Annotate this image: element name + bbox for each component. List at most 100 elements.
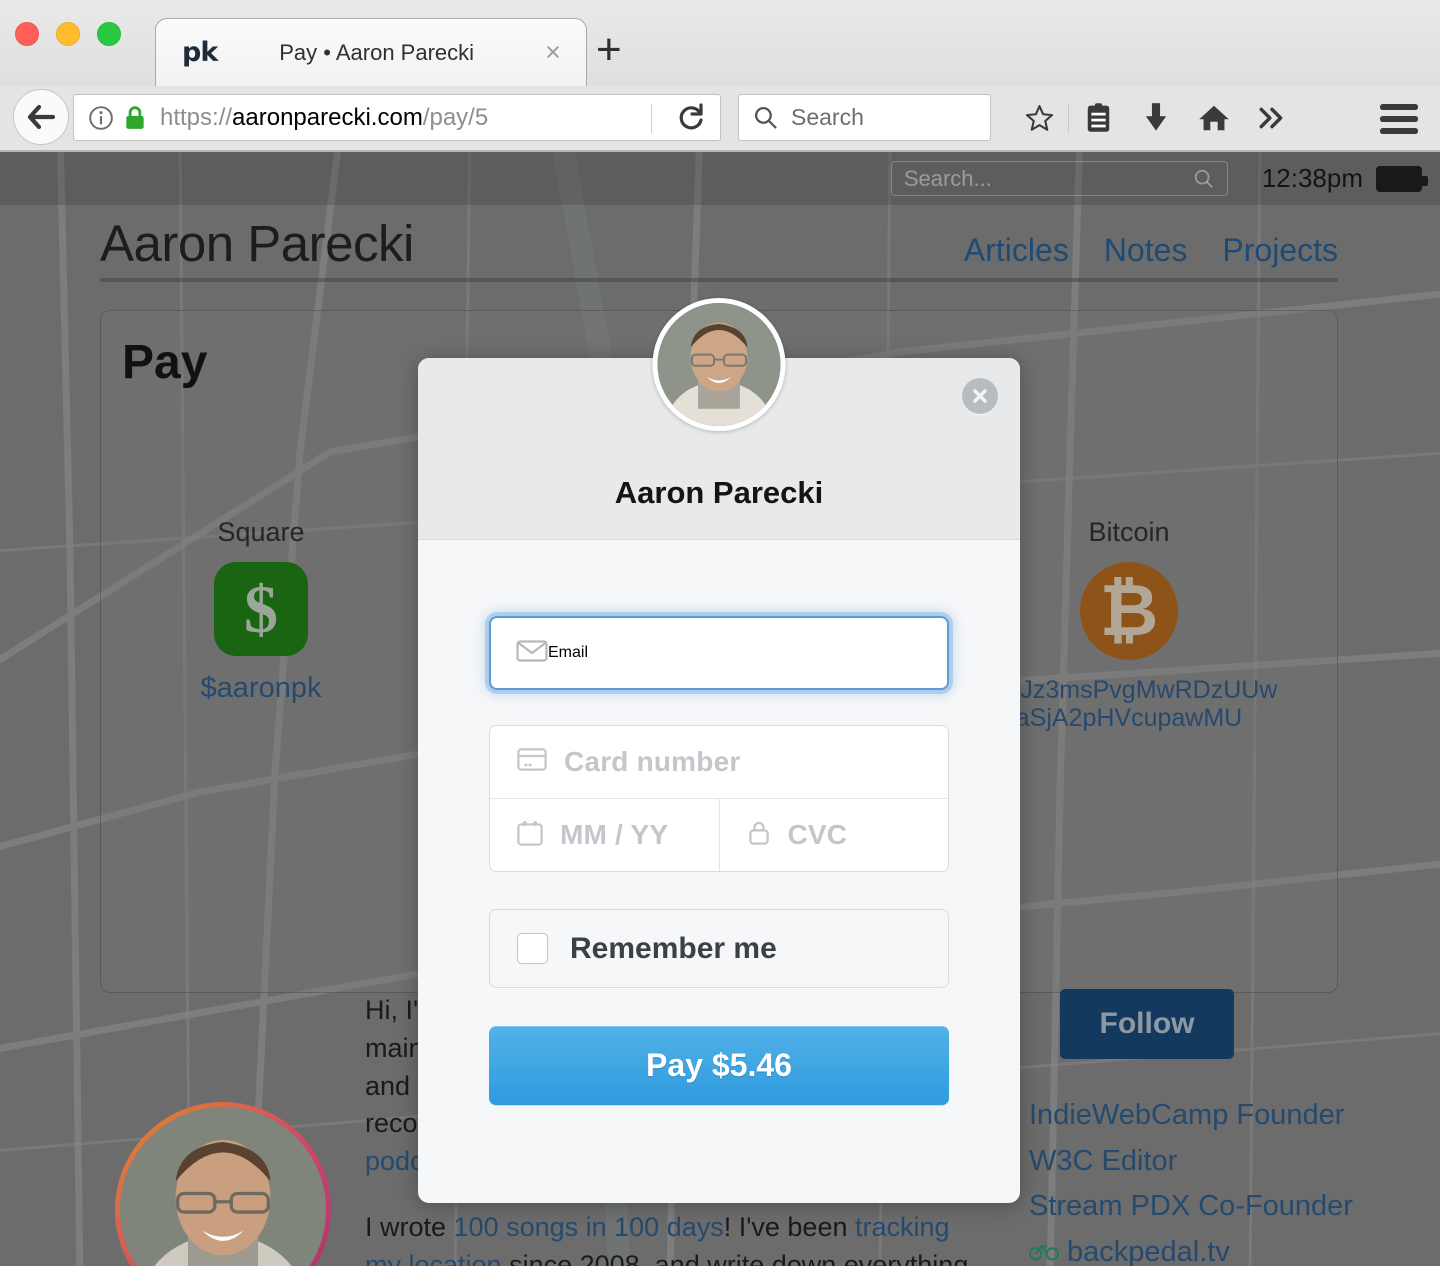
side-link-backpedal-row[interactable]: backpedal.tv	[1029, 1234, 1353, 1266]
side-link-w3c[interactable]: W3C Editor	[1029, 1143, 1353, 1181]
remember-me-checkbox[interactable]	[517, 933, 548, 964]
card-number-field[interactable]: Card number	[490, 726, 948, 798]
nav-projects[interactable]: Projects	[1222, 232, 1338, 269]
reload-icon	[679, 103, 703, 130]
reading-list-icon[interactable]	[1069, 102, 1127, 133]
payment-method-bitcoin[interactable]: Bitcoin ₿ JpJz3msPvgMwRDzUUw aSjA2pHVcupa…	[994, 517, 1277, 732]
search-icon	[1194, 169, 1213, 188]
url-host: aaronparecki.com	[232, 103, 423, 131]
side-link-backpedal-label[interactable]: backpedal.tv	[1067, 1236, 1230, 1266]
email-placeholder: Email	[548, 644, 589, 661]
toolbar-icons	[1010, 94, 1301, 141]
bio-line-1: Hi, I'	[365, 995, 419, 1025]
info-icon[interactable]	[88, 105, 114, 131]
downloads-icon[interactable]	[1127, 102, 1185, 133]
remember-me-label: Remember me	[570, 931, 777, 965]
bitcoin-icon: ₿	[1080, 562, 1178, 660]
chrome-bottom-border	[0, 150, 1440, 152]
search-input[interactable]: Search	[738, 94, 991, 141]
tab-active[interactable]: pk Pay • Aaron Parecki ×	[155, 18, 587, 86]
follow-button[interactable]: Follow	[1060, 989, 1234, 1059]
cvc-placeholder: CVC	[787, 819, 848, 850]
back-button[interactable]	[13, 89, 69, 145]
reload-button[interactable]	[676, 101, 706, 138]
bio-songs-link[interactable]: 100 songs in 100 days	[454, 1212, 724, 1242]
square-handle[interactable]: $aaronpk	[126, 672, 396, 704]
square-cash-icon: $	[214, 562, 308, 656]
minimize-window-button[interactable]	[56, 22, 80, 46]
bitcoin-label: Bitcoin	[1088, 517, 1170, 547]
new-tab-button[interactable]: +	[596, 28, 622, 72]
site-search-input[interactable]: Search...	[890, 161, 1228, 196]
arrow-left-icon	[27, 104, 56, 130]
tab-title: Pay • Aaron Parecki	[279, 39, 475, 65]
bicycle-icon	[1029, 1234, 1059, 1266]
nav-bar: https://aaronparecki.com/pay/5 Search	[0, 86, 1440, 152]
nav-notes[interactable]: Notes	[1104, 232, 1188, 269]
clock-time: 12:38pm	[1261, 163, 1363, 193]
bio-p2-mid: ! I've been	[723, 1211, 855, 1242]
bio-podcast-link[interactable]: podc	[365, 1146, 424, 1176]
lock-icon	[747, 820, 771, 851]
card-number-placeholder: Card number	[564, 746, 741, 777]
lock-icon[interactable]	[124, 105, 146, 131]
bio-p2-pre: I wrote	[365, 1211, 454, 1242]
remember-me-row[interactable]: Remember me	[489, 909, 949, 988]
side-link-indiewebcamp[interactable]: IndieWebCamp Founder	[1029, 1097, 1353, 1135]
expiry-field[interactable]: MM / YY	[490, 799, 719, 871]
site-top-bar: Search... 12:38pm	[0, 152, 1440, 205]
close-window-button[interactable]	[15, 22, 39, 46]
search-icon	[754, 106, 777, 129]
bitcoin-glyph: ₿	[1099, 571, 1159, 651]
bio-tracking-link[interactable]: tracking	[855, 1212, 950, 1242]
url-scheme: https://	[160, 103, 233, 131]
pay-heading: Pay	[122, 336, 208, 389]
stripe-checkout-modal: Aaron Parecki Email Card number MM / YY …	[418, 298, 1020, 1203]
site-header: Aaron Parecki Articles Notes Projects	[100, 214, 1338, 273]
zoom-window-button[interactable]	[97, 22, 121, 46]
window-controls	[15, 22, 121, 46]
modal-avatar	[652, 298, 786, 431]
search-placeholder: Search	[791, 104, 864, 130]
square-label: Square	[217, 517, 305, 547]
bio-p3-post: since 2008, and write down everything	[501, 1249, 969, 1266]
tab-favicon: pk	[182, 37, 218, 68]
payment-method-square[interactable]: Square $ $aaronpk	[126, 517, 396, 704]
screenshot-root: Search... 12:38pm Aaron Parecki Articles…	[0, 0, 1440, 1266]
browser-chrome: pk Pay • Aaron Parecki × + https://aaron…	[0, 0, 1440, 152]
overflow-chevrons-icon[interactable]	[1243, 106, 1301, 130]
cvc-field[interactable]: CVC	[718, 799, 949, 871]
modal-avatar-image	[657, 303, 781, 426]
modal-body: Email Card number MM / YY CVC Remember m…	[418, 540, 1020, 1105]
envelope-icon	[516, 639, 548, 668]
tab-bar: pk Pay • Aaron Parecki × +	[0, 0, 1440, 86]
side-links: IndieWebCamp Founder W3C Editor Stream P…	[1029, 1097, 1353, 1266]
url-text: https://aaronparecki.com/pay/5	[160, 104, 488, 132]
bio-line-4: reco	[365, 1108, 418, 1139]
bio-line-2: main	[365, 1032, 424, 1063]
avatar	[115, 1102, 331, 1266]
expiry-placeholder: MM / YY	[560, 819, 669, 850]
avatar-image	[120, 1107, 326, 1266]
bitcoin-address[interactable]: JpJz3msPvgMwRDzUUw aSjA2pHVcupawMU	[994, 676, 1277, 732]
pay-button[interactable]: Pay $5.46	[489, 1026, 949, 1105]
calendar-icon	[517, 820, 543, 851]
url-divider	[651, 104, 652, 133]
site-nav: Articles Notes Projects	[964, 232, 1338, 269]
card-expiry-cvc-row: MM / YY CVC	[490, 798, 948, 871]
nav-articles[interactable]: Articles	[964, 232, 1069, 269]
home-icon[interactable]	[1185, 103, 1243, 133]
url-bar[interactable]: https://aaronparecki.com/pay/5	[73, 94, 721, 141]
close-icon[interactable]: ×	[536, 39, 570, 66]
square-dollar-glyph: $	[244, 571, 278, 647]
card-field-group: Card number MM / YY CVC	[489, 725, 949, 872]
email-field[interactable]: Email	[489, 616, 949, 690]
credit-card-icon	[517, 748, 547, 776]
side-link-streampdx[interactable]: Stream PDX Co-Founder	[1029, 1188, 1353, 1226]
close-icon[interactable]	[962, 378, 998, 414]
modal-merchant-name: Aaron Parecki	[614, 475, 824, 510]
hamburger-menu-icon[interactable]	[1378, 102, 1420, 141]
bio-location-link[interactable]: my location	[365, 1250, 502, 1266]
bookmark-star-icon[interactable]	[1010, 103, 1068, 133]
battery-icon	[1376, 165, 1428, 192]
